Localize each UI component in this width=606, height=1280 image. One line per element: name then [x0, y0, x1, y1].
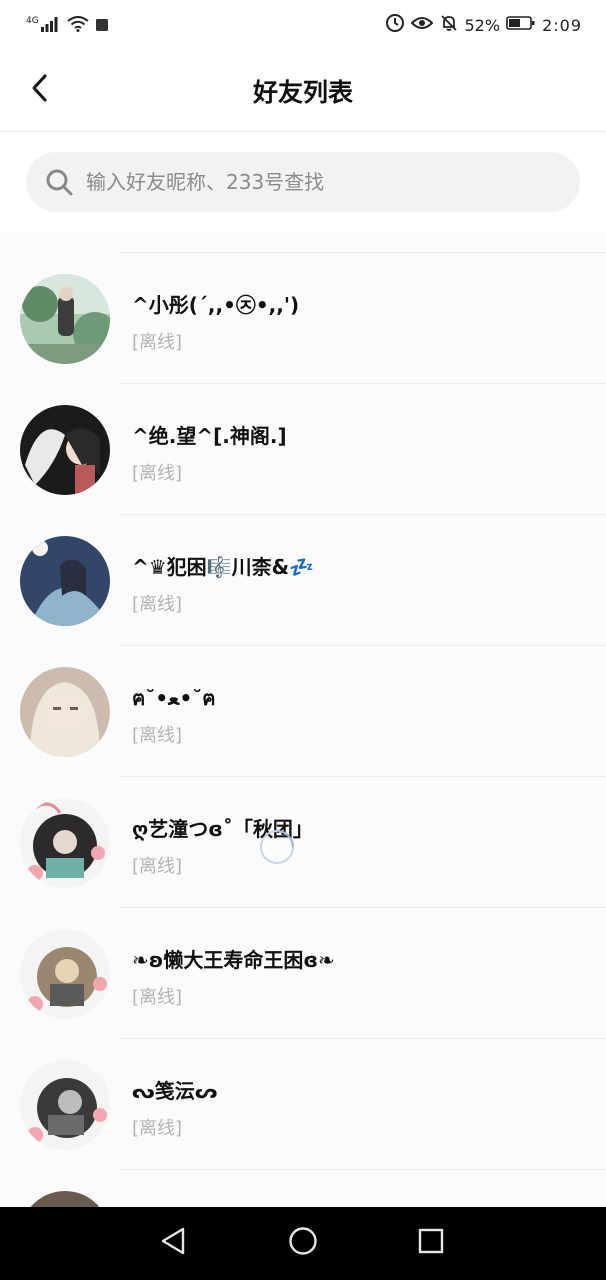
avatar-image	[20, 667, 110, 757]
friend-status: [离线]	[132, 332, 183, 353]
system-nav-bar	[0, 1207, 606, 1280]
search-bar[interactable]	[26, 152, 580, 212]
back-button[interactable]	[20, 70, 60, 110]
network-type: 4G	[26, 16, 39, 26]
nav-back-button[interactable]	[155, 1225, 191, 1261]
avatar[interactable]	[20, 536, 110, 626]
friend-list[interactable]: ^小彤(´,,•㉨•,,') [离线] ^绝.望^[.神阁.] [离线] ^♛犯…	[0, 232, 606, 1207]
friend-row[interactable]	[0, 1170, 606, 1207]
battery-icon	[506, 15, 536, 36]
avatar-image	[20, 1060, 110, 1150]
friend-row[interactable]: ღ艺潼つɞ˚「秋团」 [离线]	[0, 777, 606, 908]
friend-status: [离线]	[132, 725, 183, 746]
avatar-image	[20, 929, 110, 1019]
notification-square-icon	[95, 17, 109, 36]
avatar[interactable]	[20, 798, 110, 888]
signal-icon	[40, 16, 61, 36]
status-bar-right: 52% 2:09	[385, 13, 583, 38]
nav-recents-icon	[417, 1227, 445, 1259]
friend-row[interactable]: ᔓ笺沄ᔕ [离线]	[0, 1039, 606, 1170]
search-input[interactable]	[86, 170, 546, 194]
avatar[interactable]	[20, 667, 110, 757]
avatar-image	[20, 274, 110, 364]
friend-row[interactable]: ^小彤(´,,•㉨•,,') [离线]	[0, 253, 606, 384]
avatar-image	[20, 405, 110, 495]
avatar[interactable]	[20, 1191, 110, 1207]
friend-name: ^小彤(´,,•㉨•,,')	[132, 293, 300, 317]
avatar[interactable]	[20, 405, 110, 495]
wifi-icon	[67, 16, 89, 36]
friend-name: ^绝.望^[.神阁.]	[132, 424, 287, 448]
friend-name: ฅ˘•ﻌ•˘ฅ	[132, 686, 216, 710]
clock: 2:09	[542, 15, 582, 35]
nav-home-button[interactable]	[285, 1225, 321, 1261]
page-title: 好友列表	[252, 78, 353, 107]
mute-bell-icon	[439, 13, 459, 38]
nav-back-icon	[159, 1226, 187, 1260]
eye-comfort-icon	[410, 15, 433, 36]
friend-name: ❧ʚ懒大王寿命王困ɞ❧	[132, 948, 335, 972]
friend-status: [离线]	[132, 1118, 183, 1139]
friend-name: ᔓ笺沄ᔕ	[132, 1079, 218, 1103]
avatar-image	[20, 536, 110, 626]
app-header: 好友列表	[0, 50, 606, 132]
friend-row[interactable]: ❧ʚ懒大王寿命王困ɞ❧ [离线]	[0, 908, 606, 1039]
friend-row[interactable]: ^♛犯困🎼川柰&💤 [离线]	[0, 515, 606, 646]
search-icon	[44, 167, 74, 197]
friend-status: [离线]	[132, 987, 183, 1008]
friend-row[interactable]: ฅ˘•ﻌ•˘ฅ [离线]	[0, 646, 606, 777]
status-bar-left: 4G	[26, 14, 109, 36]
battery-percent: 52%	[464, 15, 501, 35]
avatar-image	[20, 1191, 110, 1207]
friend-status: [离线]	[132, 856, 183, 877]
back-arrow-icon	[30, 73, 50, 107]
friend-name: ^♛犯困🎼川柰&💤	[132, 555, 314, 579]
nav-home-icon	[288, 1226, 318, 1260]
friend-status: [离线]	[132, 463, 183, 484]
data-saver-icon	[385, 13, 405, 38]
friend-row[interactable]: ^绝.望^[.神阁.] [离线]	[0, 384, 606, 515]
nav-recents-button[interactable]	[413, 1225, 449, 1261]
avatar[interactable]	[20, 274, 110, 364]
status-bar: 4G 52% 2:09	[0, 0, 606, 50]
friend-status: [离线]	[132, 594, 183, 615]
avatar[interactable]	[20, 1060, 110, 1150]
loading-spinner	[258, 828, 296, 866]
avatar-image	[20, 798, 110, 888]
avatar[interactable]	[20, 929, 110, 1019]
